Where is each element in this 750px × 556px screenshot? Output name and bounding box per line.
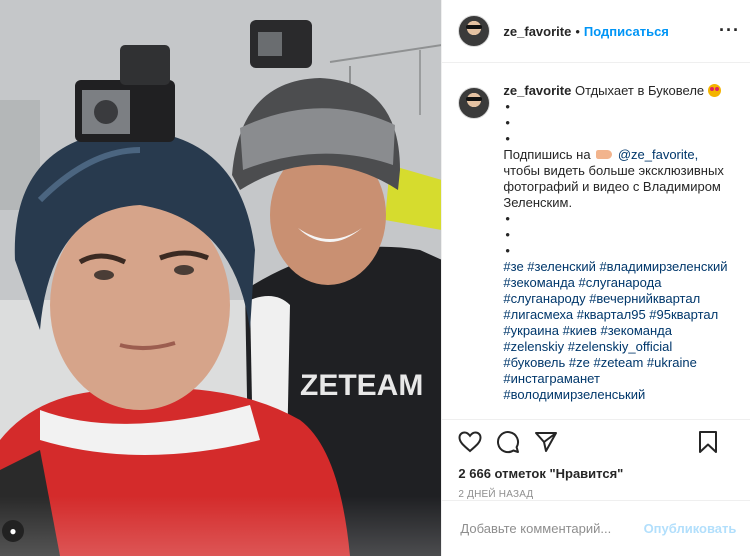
pointing-hand-emoji-icon — [596, 150, 613, 159]
post-side-panel: ze_favorite • Подписаться ··· ze_favorit… — [441, 0, 750, 556]
selfie-illustration: ZETEAM — [0, 0, 442, 556]
post-photo[interactable]: ZETEAM ● — [0, 0, 442, 556]
jacket-lettering: ZETEAM — [300, 369, 423, 402]
caption-bullet: • — [505, 227, 510, 242]
caption-bullet: • — [505, 211, 510, 226]
caption-bullet: • — [505, 131, 510, 146]
publish-button[interactable]: Опубликовать — [644, 521, 737, 536]
caption-subscribe-line: Подпишись на @ze_favorite, — [503, 147, 734, 163]
caption-headline: Отдыхает в Буковеле — [574, 83, 705, 98]
caption-first-line: ze_favorite Отдыхает в Буковеле — [503, 83, 734, 99]
instagram-post: ZETEAM ● ze_favorite • Подписаться ··· z… — [0, 0, 750, 556]
likes-count[interactable]: 2 666 отметок "Нравится" — [458, 466, 734, 481]
post-actions: 2 666 отметок "Нравится" 2 дней назад — [442, 419, 750, 500]
header-username[interactable]: ze_favorite — [503, 24, 571, 39]
caption-username[interactable]: ze_favorite — [503, 83, 571, 98]
caption: ze_favorite Отдыхает в Буковеле • • • По… — [458, 83, 734, 403]
caption-subscribe-prefix: Подпишись на — [503, 147, 591, 162]
post-timestamp[interactable]: 2 дней назад — [458, 489, 734, 500]
paper-plane-icon[interactable] — [534, 430, 558, 454]
header-separator: • — [575, 23, 580, 39]
caption-bullet: • — [505, 115, 510, 130]
caption-bullet: • — [505, 99, 510, 114]
caption-scroll-area[interactable]: ze_favorite Отдыхает в Буковеле • • • По… — [442, 63, 750, 418]
person-tag-icon[interactable]: ● — [2, 520, 24, 542]
caption-bullet: • — [505, 243, 510, 258]
caption-mention-link[interactable]: @ze_favorite, — [618, 147, 698, 162]
follow-button[interactable]: Подписаться — [584, 24, 669, 39]
star-struck-emoji-icon — [707, 84, 721, 97]
bookmark-icon[interactable] — [696, 430, 720, 454]
heart-icon[interactable] — [458, 430, 482, 454]
caption-text: ze_favorite Отдыхает в Буковеле • • • По… — [503, 83, 734, 403]
action-icon-row — [458, 420, 734, 464]
comment-icon[interactable] — [496, 430, 520, 454]
caption-hashtags[interactable]: #зе #зеленский #владимирзеленский #зеком… — [503, 259, 734, 403]
avatar[interactable] — [458, 15, 491, 47]
post-header: ze_favorite • Подписаться ··· — [442, 0, 750, 63]
more-horizontal-icon[interactable]: ··· — [719, 20, 740, 41]
caption-body: чтобы видеть больше эксклюзивных фотогра… — [503, 163, 724, 210]
photo-fade — [0, 496, 442, 556]
comment-bar: Опубликовать — [442, 500, 750, 556]
caption-avatar[interactable] — [458, 87, 491, 119]
comment-input[interactable] — [458, 520, 644, 537]
